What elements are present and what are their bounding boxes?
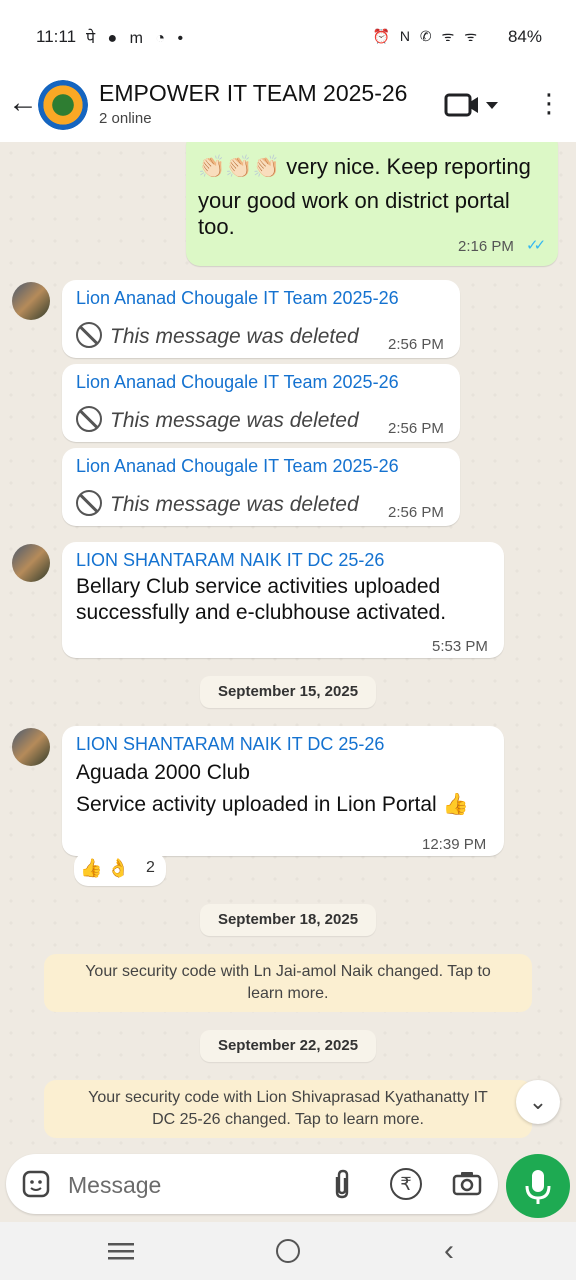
security-notice[interactable]: Your security code with Lion Shivaprasad… bbox=[44, 1080, 532, 1138]
blocked-icon bbox=[76, 322, 102, 348]
back-arrow-icon[interactable]: ← bbox=[8, 88, 38, 118]
incoming-message[interactable]: LION SHANTARAM NAIK IT DC 25-26 Bellary … bbox=[62, 542, 504, 658]
battery-level: 84% bbox=[507, 27, 542, 46]
notice-text: DC 25-26 changed. Tap to learn more. bbox=[152, 1111, 424, 1128]
notice-text: learn more. bbox=[247, 985, 329, 1002]
message-text: Service activity uploaded in Lion Portal… bbox=[76, 793, 469, 816]
deleted-text: This message was deleted bbox=[76, 322, 359, 349]
message-composer: ₹ bbox=[6, 1154, 498, 1214]
camera-icon[interactable] bbox=[452, 1170, 482, 1196]
avatar[interactable] bbox=[12, 728, 50, 766]
message-time: 2:56 PM bbox=[388, 504, 444, 521]
deleted-message[interactable]: Lion Ananad Chougale IT Team 2025-26 Thi… bbox=[62, 448, 460, 526]
incoming-message[interactable]: LION SHANTARAM NAIK IT DC 25-26 Aguada 2… bbox=[62, 726, 504, 856]
notice-text: Your security code with Ln Jai-amol Naik… bbox=[85, 963, 491, 980]
recents-icon[interactable] bbox=[108, 1242, 134, 1260]
deleted-message[interactable]: Lion Ananad Chougale IT Team 2025-26 Thi… bbox=[62, 364, 460, 442]
message-time: 2:56 PM bbox=[388, 420, 444, 437]
double-chevron-down-icon[interactable]: ⌄ bbox=[516, 1080, 560, 1124]
rupee-icon[interactable]: ₹ bbox=[390, 1168, 422, 1200]
date-separator: September 18, 2025 bbox=[200, 904, 376, 936]
sender-name[interactable]: Lion Ananad Chougale IT Team 2025-26 bbox=[76, 372, 399, 393]
chat-header: ← EMPOWER IT TEAM 2025-26 2 online ⋮ bbox=[0, 74, 576, 142]
group-title[interactable]: EMPOWER IT TEAM 2025-26 bbox=[99, 80, 407, 107]
date-separator: September 22, 2025 bbox=[200, 1030, 376, 1062]
message-text: your good work on district portal bbox=[198, 188, 510, 213]
system-icons: ⏰ N ✆ ᯤ ᯤ bbox=[372, 28, 480, 44]
status-time: 11:11 bbox=[36, 27, 77, 46]
message-time: 2:16 PM bbox=[458, 238, 514, 255]
message-text: Bellary Club service activities uploaded bbox=[76, 575, 441, 598]
message-text: too. bbox=[198, 214, 235, 239]
notification-icons: पे ● m ◔ • bbox=[86, 30, 188, 47]
message-text: successfully and e-clubhouse activated. bbox=[76, 601, 447, 624]
message-time: 5:53 PM bbox=[432, 638, 488, 655]
sender-name[interactable]: LION SHANTARAM NAIK IT DC 25-26 bbox=[76, 734, 384, 755]
reaction-emojis: 👍 👌 bbox=[80, 858, 130, 878]
sender-name[interactable]: LION SHANTARAM NAIK IT DC 25-26 bbox=[76, 550, 384, 571]
message-time: 2:56 PM bbox=[388, 336, 444, 353]
mic-glyph bbox=[525, 1170, 551, 1204]
reaction-count: 2 bbox=[146, 859, 155, 876]
message-input[interactable] bbox=[66, 1166, 290, 1204]
message-text: 👏🏻👏🏻👏🏻 very nice. Keep reporting bbox=[198, 154, 531, 179]
system-nav-bar: ‹ bbox=[0, 1222, 576, 1280]
sender-name[interactable]: Lion Ananad Chougale IT Team 2025-26 bbox=[76, 288, 399, 309]
outgoing-message[interactable]: 👏🏻👏🏻👏🏻 very nice. Keep reporting your go… bbox=[186, 142, 558, 266]
notice-text: Your security code with Lion Shivaprasad… bbox=[88, 1089, 488, 1106]
message-time: 12:39 PM bbox=[422, 836, 487, 853]
status-bar: 11:11 पे ● m ◔ • ⏰ N ✆ ᯤ ᯤ 84% bbox=[0, 0, 576, 74]
avatar[interactable] bbox=[12, 282, 50, 320]
deleted-text: This message was deleted bbox=[76, 490, 359, 517]
deleted-label: This message was deleted bbox=[110, 409, 359, 432]
message-text: Aguada 2000 Club bbox=[76, 761, 250, 784]
sender-name[interactable]: Lion Ananad Chougale IT Team 2025-26 bbox=[76, 456, 399, 477]
more-vert-icon[interactable]: ⋮ bbox=[536, 90, 562, 116]
message-reactions[interactable]: 👍 👌 2 bbox=[74, 852, 166, 886]
chat-area[interactable]: 👏🏻👏🏻👏🏻 very nice. Keep reporting your go… bbox=[0, 142, 576, 1152]
deleted-message[interactable]: Lion Ananad Chougale IT Team 2025-26 Thi… bbox=[62, 280, 460, 358]
sticker-icon[interactable] bbox=[22, 1170, 50, 1198]
security-notice[interactable]: Your security code with Ln Jai-amol Naik… bbox=[44, 954, 532, 1012]
online-status: 2 online bbox=[99, 110, 152, 127]
paperclip-icon[interactable] bbox=[330, 1168, 354, 1200]
read-ticks-icon: ✓✓ bbox=[526, 237, 546, 254]
nav-back-icon[interactable]: ‹ bbox=[444, 1236, 454, 1266]
blocked-icon bbox=[76, 490, 102, 516]
deleted-label: This message was deleted bbox=[110, 493, 359, 516]
avatar[interactable] bbox=[12, 544, 50, 582]
blocked-icon bbox=[76, 406, 102, 432]
video-call-icon[interactable] bbox=[444, 92, 500, 118]
group-avatar[interactable] bbox=[38, 80, 88, 130]
deleted-text: This message was deleted bbox=[76, 406, 359, 433]
deleted-label: This message was deleted bbox=[110, 325, 359, 348]
date-separator: September 15, 2025 bbox=[200, 676, 376, 708]
microphone-icon[interactable] bbox=[506, 1154, 570, 1218]
home-icon[interactable] bbox=[276, 1239, 300, 1263]
